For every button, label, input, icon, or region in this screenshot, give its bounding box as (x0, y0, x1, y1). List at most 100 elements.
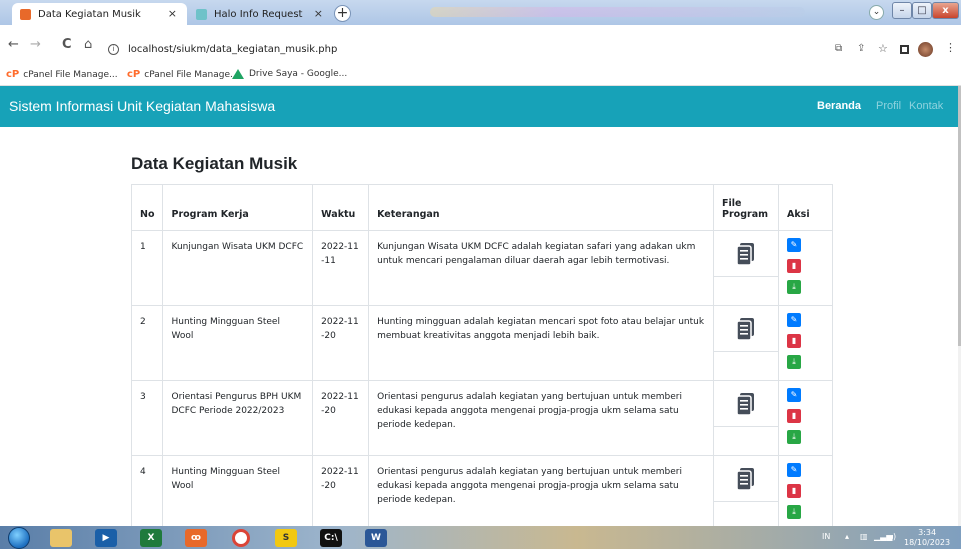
bookmark-star-icon[interactable]: ☆ (878, 42, 888, 55)
edit-icon[interactable]: ✎ (787, 388, 802, 402)
taskbar-clock[interactable]: 3:34 18/10/2023 (904, 528, 950, 548)
nav-link-profil[interactable]: Profil (876, 100, 901, 112)
bookmark-item[interactable]: cP cPanel File Manage... (127, 69, 239, 80)
header-keterangan: Keterangan (368, 184, 715, 231)
share-icon[interactable]: ⇪ (857, 43, 865, 54)
delete-icon[interactable]: ▮ (787, 259, 802, 273)
edit-icon[interactable]: ✎ (787, 238, 802, 252)
google-drive-icon (232, 69, 244, 79)
document-icon (737, 392, 755, 415)
bookmarks-bar: cP cPanel File Manage... cP cPanel File … (0, 64, 961, 86)
page-title: Data Kegiatan Musik (131, 154, 298, 173)
table-row: 1 Kunjungan Wisata UKM DCFC 2022-11-11 K… (130, 230, 833, 306)
address-bar[interactable]: i localhost/siukm/data_kegiatan_musik.ph… (108, 44, 337, 55)
chrome-icon[interactable] (232, 529, 250, 547)
download-icon[interactable]: ⤓ (787, 505, 802, 519)
cell-aksi: ✎ ▮ ⤓ (778, 455, 833, 531)
xampp-favicon-icon (20, 8, 31, 20)
cell-program: Kunjungan Wisata UKM DCFC (162, 230, 314, 306)
cell-file (713, 230, 780, 306)
clock-time: 3:34 (918, 528, 937, 537)
start-button[interactable] (8, 527, 30, 549)
close-tab-icon[interactable]: × (168, 7, 177, 20)
tab-title: Halo Info Request (214, 8, 303, 20)
download-icon[interactable]: ⤓ (787, 430, 802, 444)
sidepanel-icon[interactable] (900, 45, 909, 54)
clock-date: 18/10/2023 (904, 538, 951, 547)
translate-icon[interactable]: ⧉ (835, 43, 842, 54)
file-program-link[interactable] (714, 231, 780, 277)
cell-waktu: 2022-11-11 (312, 230, 370, 306)
cell-program: Hunting Mingguan Steel Wool (162, 455, 314, 531)
windows-taskbar: ▶ X ꝏ S C:\ W IN ▴ ▥ ▁▃▅ ◂) 3:34 18/10/2… (0, 526, 961, 549)
maximize-button[interactable]: □ (912, 2, 932, 19)
table-row: 4 Hunting Mingguan Steel Wool 2022-11-20… (130, 455, 833, 531)
delete-icon[interactable]: ▮ (787, 484, 802, 498)
cell-keterangan: Hunting mingguan adalah kegiatan mencari… (368, 305, 715, 381)
header-file-program: File Program (713, 184, 780, 231)
header-no: No (130, 184, 164, 231)
nav-link-kontak[interactable]: Kontak (909, 100, 943, 112)
browser-tab-strip: Data Kegiatan Musik × Halo Info Request … (0, 0, 961, 25)
url-text: localhost/siukm/data_kegiatan_musik.php (128, 44, 338, 55)
edit-icon[interactable]: ✎ (787, 313, 802, 327)
tab-search-icon[interactable]: ⌄ (869, 5, 884, 20)
forward-icon[interactable]: → (30, 37, 41, 52)
cmd-icon[interactable]: C:\ (320, 529, 342, 547)
download-icon[interactable]: ⤓ (787, 280, 802, 294)
cpanel-icon: cP (6, 69, 20, 80)
close-tab-icon[interactable]: × (314, 7, 323, 20)
cell-aksi: ✎ ▮ ⤓ (778, 380, 833, 456)
file-program-link[interactable] (714, 306, 780, 352)
menu-dots-icon[interactable]: ⋮ (945, 41, 956, 54)
volume-icon[interactable]: ◂) (889, 532, 896, 541)
network-icon[interactable]: ▥ (860, 532, 868, 541)
edit-icon[interactable]: ✎ (787, 463, 802, 477)
navbar-brand[interactable]: Sistem Informasi Unit Kegiatan Mahasiswa (9, 98, 275, 114)
table-row: 2 Hunting Mingguan Steel Wool 2022-11-20… (130, 305, 833, 381)
cell-waktu: 2022-11-20 (312, 305, 370, 381)
language-indicator[interactable]: IN (822, 532, 830, 541)
site-navbar: Sistem Informasi Unit Kegiatan Mahasiswa… (0, 86, 958, 127)
profile-avatar[interactable] (918, 42, 933, 57)
cell-keterangan: Kunjungan Wisata UKM DCFC adalah kegiata… (368, 230, 715, 306)
header-aksi: Aksi (778, 184, 833, 231)
header-waktu: Waktu (312, 184, 370, 231)
cell-waktu: 2022-11-20 (312, 455, 370, 531)
site-info-icon[interactable]: i (108, 44, 119, 55)
delete-icon[interactable]: ▮ (787, 334, 802, 348)
sublime-icon[interactable]: S (275, 529, 297, 547)
minimize-button[interactable]: – (892, 2, 912, 19)
delete-icon[interactable]: ▮ (787, 409, 802, 423)
home-icon[interactable]: ⌂ (84, 37, 92, 52)
bookmark-item[interactable]: cP cPanel File Manage... (6, 69, 118, 80)
cell-no: 3 (130, 380, 164, 456)
close-window-button[interactable]: x (932, 2, 959, 19)
tray-expand-icon[interactable]: ▴ (845, 532, 849, 541)
file-program-link[interactable] (714, 381, 780, 427)
download-icon[interactable]: ⤓ (787, 355, 802, 369)
file-program-link[interactable] (714, 456, 780, 502)
table-header-row: No Program Kerja Waktu Keterangan File P… (130, 184, 833, 231)
new-tab-button[interactable]: + (334, 5, 351, 22)
cell-keterangan: Orientasi pengurus adalah kegiatan yang … (368, 380, 715, 456)
cell-no: 1 (130, 230, 164, 306)
cpanel-icon: cP (127, 69, 141, 80)
media-player-icon[interactable]: ▶ (95, 529, 117, 547)
back-icon[interactable]: ← (8, 37, 19, 52)
reload-icon[interactable]: C (62, 37, 72, 52)
tab-halo-info-request[interactable]: Halo Info Request × (188, 3, 333, 25)
document-icon (737, 467, 755, 490)
cell-file (713, 455, 780, 531)
cell-no: 2 (130, 305, 164, 381)
halo-favicon-icon (196, 8, 207, 20)
bookmark-item[interactable]: Drive Saya - Google... (232, 69, 347, 79)
cell-program: Hunting Mingguan Steel Wool (162, 305, 314, 381)
excel-icon[interactable]: X (140, 529, 162, 547)
nav-link-beranda[interactable]: Beranda (817, 100, 861, 112)
xampp-icon[interactable]: ꝏ (185, 529, 207, 547)
file-explorer-icon[interactable] (50, 529, 72, 547)
tab-data-kegiatan-musik[interactable]: Data Kegiatan Musik × (12, 3, 187, 25)
header-program: Program Kerja (162, 184, 314, 231)
word-icon[interactable]: W (365, 529, 387, 547)
